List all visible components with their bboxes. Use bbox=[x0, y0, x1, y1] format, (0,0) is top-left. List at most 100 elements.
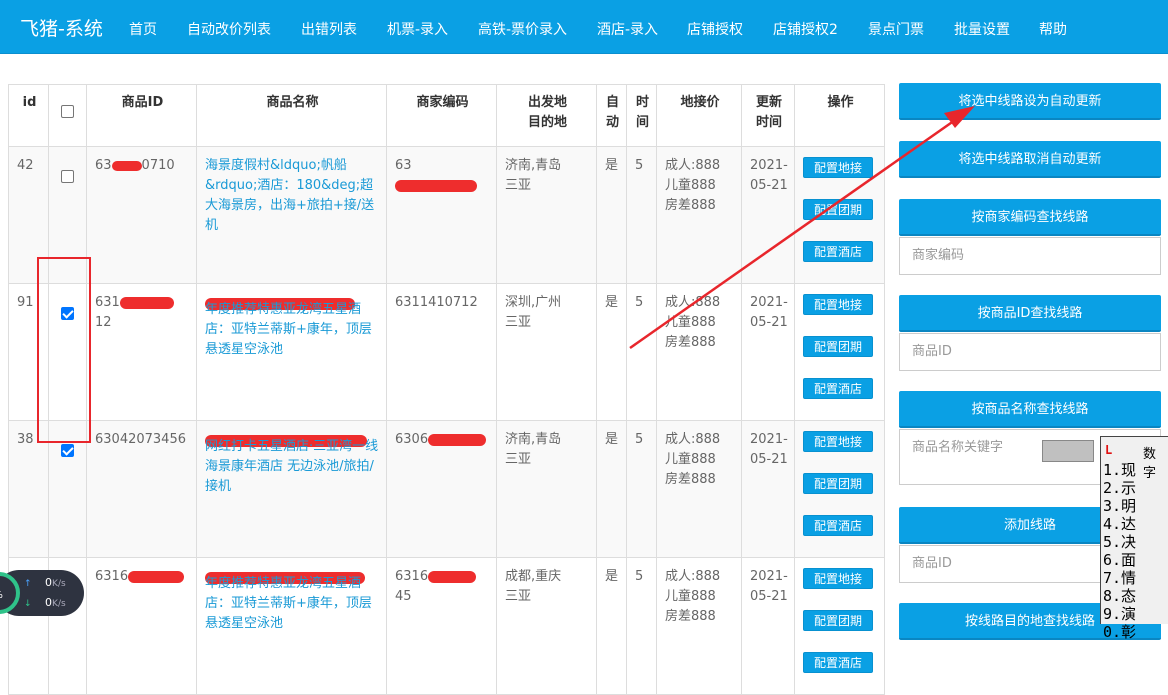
cpu-ring: 9% bbox=[0, 572, 20, 614]
ime-candidate[interactable]: 5.决 bbox=[1101, 533, 1168, 551]
route-to: 三亚 bbox=[505, 589, 532, 604]
set-auto-update-button[interactable]: 将选中线路设为自动更新 bbox=[899, 83, 1161, 120]
config-hotel-button[interactable]: 配置酒店 bbox=[803, 378, 873, 399]
config-hotel-button[interactable]: 配置酒店 bbox=[803, 241, 873, 262]
cell-id: 91 bbox=[8, 283, 49, 421]
auto-header-line1: 自 bbox=[605, 95, 619, 110]
config-ground-button[interactable]: 配置地接 bbox=[803, 157, 873, 178]
cell-price: 成人:888 儿童888 房差888 bbox=[656, 420, 742, 558]
route-from: 深圳,广州 bbox=[505, 295, 562, 310]
download-arrow-icon: ↓ bbox=[24, 599, 32, 609]
config-schedule-button[interactable]: 配置团期 bbox=[803, 336, 873, 357]
nav-help[interactable]: 帮助 bbox=[1039, 19, 1067, 39]
ime-candidate[interactable]: 6.面 bbox=[1101, 551, 1168, 569]
nav-batch-settings[interactable]: 批量设置 bbox=[954, 19, 1010, 39]
ime-candidate[interactable]: 7.情 bbox=[1101, 569, 1168, 587]
nav-home[interactable]: 首页 bbox=[129, 19, 157, 39]
cell-product-name: 年度推荐特惠亚龙湾五星酒店：亚特兰蒂斯+康年，顶层悬透星空泳池 bbox=[196, 557, 387, 695]
nav-shop-auth[interactable]: 店铺授权 bbox=[687, 19, 743, 39]
cell-time: 5 bbox=[626, 557, 657, 695]
select-all-checkbox[interactable] bbox=[61, 105, 74, 118]
cell-auto: 是 bbox=[596, 283, 627, 421]
updated-date: 05-21 bbox=[750, 452, 788, 467]
route-header-line1: 出发地 bbox=[527, 95, 567, 110]
config-hotel-button[interactable]: 配置酒店 bbox=[803, 515, 873, 536]
price-adult: 成人:888 bbox=[665, 295, 721, 310]
price-adult: 成人:888 bbox=[665, 432, 721, 447]
pid-suffix: 42073456 bbox=[119, 432, 186, 447]
product-id-input[interactable]: 商品ID bbox=[899, 333, 1161, 371]
product-name-link[interactable]: 年度推荐特惠亚龙湾五星酒店：亚特兰蒂斯+康年，顶层悬透星空泳池 bbox=[205, 576, 372, 631]
nav-rail-price-entry[interactable]: 高铁-票价录入 bbox=[478, 19, 567, 39]
route-header-line2: 目的地 bbox=[527, 115, 567, 130]
cell-auto: 是 bbox=[596, 557, 627, 695]
updated-year: 2021- bbox=[750, 569, 788, 584]
cell-product-id: 63042073456 bbox=[86, 420, 197, 558]
product-name-link[interactable]: 海景度假村&ldquo;帆船&rdquo;酒店：180&deg;超大海景房，出海… bbox=[205, 158, 374, 233]
cancel-auto-update-button[interactable]: 将选中线路取消自动更新 bbox=[899, 141, 1161, 178]
nav-shop-auth-2[interactable]: 店铺授权2 bbox=[773, 19, 838, 39]
product-name-link[interactable]: 网红打卡五星酒店·三亚湾一线海景康年酒店 无边泳池/旅拍/接机 bbox=[205, 439, 378, 494]
price-child: 儿童888 bbox=[665, 452, 716, 467]
config-schedule-button[interactable]: 配置团期 bbox=[803, 199, 873, 220]
cell-route: 成都,重庆三亚 bbox=[496, 557, 597, 695]
merchant-code-input[interactable]: 商家编码 bbox=[899, 237, 1161, 275]
ime-candidate[interactable]: 8.态 bbox=[1101, 587, 1168, 605]
route-to: 三亚 bbox=[505, 178, 532, 193]
cell-price: 成人:888 儿童888 房差888 bbox=[656, 283, 742, 421]
price-adult: 成人:888 bbox=[665, 158, 721, 173]
updated-date: 05-21 bbox=[750, 589, 788, 604]
col-auto-header: 自动 bbox=[596, 84, 627, 147]
config-ground-button[interactable]: 配置地接 bbox=[803, 431, 873, 452]
row-checkbox[interactable] bbox=[61, 444, 74, 457]
find-by-product-id-button[interactable]: 按商品ID查找线路 bbox=[899, 295, 1161, 332]
row-checkbox[interactable] bbox=[61, 170, 74, 183]
config-schedule-button[interactable]: 配置团期 bbox=[803, 473, 873, 494]
price-room-diff: 房差888 bbox=[665, 198, 716, 213]
cell-product-id: 63 0710 bbox=[86, 146, 197, 284]
product-name-link[interactable]: 年度推荐特惠亚龙湾五星酒店：亚特兰蒂斯+康年，顶层悬透星空泳池 bbox=[205, 302, 372, 357]
find-by-merchant-code-button[interactable]: 按商家编码查找线路 bbox=[899, 199, 1161, 236]
cell-auto: 是 bbox=[596, 420, 627, 558]
ime-candidate[interactable]: 4.达 bbox=[1101, 515, 1168, 533]
upload-arrow-icon: ↑ bbox=[24, 579, 32, 589]
find-by-product-name-button[interactable]: 按商品名称查找线路 bbox=[899, 391, 1161, 428]
nav-flight-entry[interactable]: 机票-录入 bbox=[387, 19, 448, 39]
ime-candidate[interactable]: 3.明 bbox=[1101, 497, 1168, 515]
cell-product-id: 6316 bbox=[86, 557, 197, 695]
cell-product-id: 63112 bbox=[86, 283, 197, 421]
cell-time: 5 bbox=[626, 146, 657, 284]
route-from: 成都,重庆 bbox=[505, 569, 562, 584]
redaction-mark bbox=[428, 433, 487, 446]
cell-product-name: 年度推荐特惠亚龙湾五星酒店：亚特兰蒂斯+康年，顶层悬透星空泳池 bbox=[196, 283, 387, 421]
upload-speed: ↑ 0K/s bbox=[24, 576, 66, 589]
cell-merchant-code: 63 bbox=[386, 146, 497, 284]
nav-error-list[interactable]: 出错列表 bbox=[301, 19, 357, 39]
auto-header-line2: 动 bbox=[605, 115, 619, 130]
cell-product-name: 海景度假村&ldquo;帆船&rdquo;酒店：180&deg;超大海景房，出海… bbox=[196, 146, 387, 284]
nav-attraction-tickets[interactable]: 景点门票 bbox=[868, 19, 924, 39]
cell-id: 42 bbox=[8, 146, 49, 284]
cell-id: 38 bbox=[8, 420, 49, 558]
upload-unit: K/s bbox=[52, 579, 66, 589]
brand-title[interactable]: 飞猪-系统 bbox=[20, 14, 103, 41]
nav-hotel-entry[interactable]: 酒店-录入 bbox=[597, 19, 658, 39]
price-adult: 成人:888 bbox=[665, 569, 721, 584]
ime-candidate[interactable]: 2.示 bbox=[1101, 479, 1168, 497]
config-hotel-button[interactable]: 配置酒店 bbox=[803, 652, 873, 673]
download-unit: K/s bbox=[52, 599, 66, 609]
row-checkbox[interactable] bbox=[61, 307, 74, 320]
ime-header: L 数字 bbox=[1101, 437, 1168, 481]
ime-candidate[interactable]: 0.彰 bbox=[1101, 623, 1168, 641]
price-room-diff: 房差888 bbox=[665, 609, 716, 624]
time-header-line2: 间 bbox=[635, 115, 649, 130]
config-ground-button[interactable]: 配置地接 bbox=[803, 568, 873, 589]
nav-auto-price-list[interactable]: 自动改价列表 bbox=[187, 19, 271, 39]
config-ground-button[interactable]: 配置地接 bbox=[803, 294, 873, 315]
ime-candidate[interactable]: 9.演 bbox=[1101, 605, 1168, 623]
network-speed-widget[interactable]: 9% ↑ 0K/s ↓ 0K/s bbox=[0, 570, 84, 616]
route-from: 济南,青岛 bbox=[505, 432, 562, 447]
col-updated-header: 更新 时间 bbox=[741, 84, 795, 147]
col-merchant-code-header: 商家编码 bbox=[386, 84, 497, 147]
config-schedule-button[interactable]: 配置团期 bbox=[803, 610, 873, 631]
